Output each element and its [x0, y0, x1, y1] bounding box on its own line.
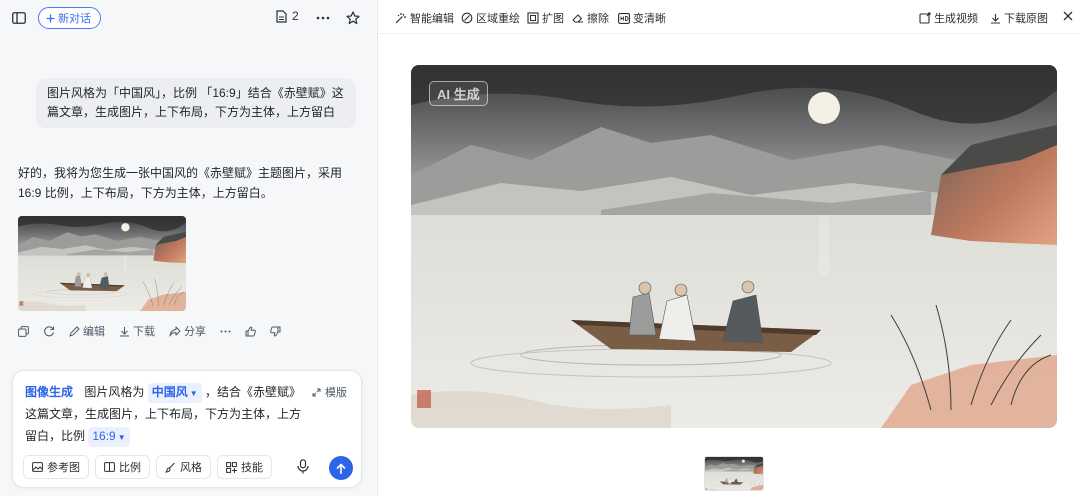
caret-down-icon: ▼ [189, 389, 198, 398]
editor-toolbar: 智能编辑 区域重绘 扩图 擦除 变清晰 生成视频 下载原图 [379, 0, 1080, 34]
skills-label: 技能 [241, 462, 263, 474]
like-button[interactable] [245, 326, 256, 337]
sharpen-label: 变清晰 [633, 13, 666, 25]
share-button[interactable]: 分享 [169, 323, 206, 339]
wand-icon [395, 12, 407, 24]
smart-edit-label: 智能编辑 [410, 13, 454, 25]
ratio-icon [104, 462, 115, 472]
eraser-icon [572, 12, 584, 24]
star-icon [346, 11, 360, 25]
crop-icon [527, 12, 539, 24]
favorite-button[interactable] [344, 9, 362, 27]
hd-icon [618, 12, 630, 24]
ratio-label: 比例 [119, 462, 141, 474]
composer-tools: 参考图 比例 风格 技能 [23, 455, 272, 479]
smart-edit-button[interactable]: 智能编辑 [395, 10, 454, 26]
reference-image-label: 参考图 [47, 462, 80, 474]
region-redraw-button[interactable]: 区域重绘 [461, 10, 520, 26]
ratio-selector[interactable]: 16:9 ▼ [88, 427, 130, 447]
style-chip-label: 中国风 [151, 385, 188, 399]
mic-icon [297, 459, 309, 474]
generate-video-label: 生成视频 [934, 13, 978, 25]
voice-input-button[interactable] [297, 459, 309, 474]
new-chat-button[interactable]: 新对话 [38, 7, 101, 29]
refresh-icon [43, 325, 55, 337]
erase-label: 擦除 [587, 13, 609, 25]
chat-panel: 新对话 2 图片风格为「中国风」，比例 「16:9」结合《赤壁赋》这篇文章，生成… [0, 0, 378, 496]
plus-icon [46, 14, 55, 23]
region-redraw-label: 区域重绘 [476, 13, 520, 25]
template-button[interactable]: 模版 [312, 384, 347, 400]
download-original-label: 下载原图 [1004, 13, 1048, 25]
image-icon [32, 462, 43, 472]
download-icon [119, 326, 130, 337]
template-label: 模版 [325, 387, 347, 399]
send-button[interactable] [329, 456, 353, 480]
send-icon [336, 463, 346, 474]
edit-icon [69, 325, 80, 337]
image-thumbnail-selected[interactable] [704, 456, 764, 491]
prompt-input[interactable]: 图像生成 图片风格为 中国风 ▼ ，结合《赤壁赋》这篇文章，生成图片，上下布局，下… [25, 381, 305, 447]
sharpen-button[interactable]: 变清晰 [618, 10, 666, 26]
download-button[interactable]: 下载 [119, 323, 155, 339]
edit-button[interactable]: 编辑 [69, 323, 105, 339]
region-icon [461, 12, 473, 24]
expand-image-label: 扩图 [542, 13, 564, 25]
thumb-down-icon [270, 326, 281, 337]
brush-icon [165, 462, 176, 473]
mode-tag[interactable]: 图像生成 [25, 385, 73, 399]
expand-icon [312, 388, 321, 397]
main-generated-image[interactable]: AI 生成 [411, 65, 1057, 428]
copy-icon [18, 325, 29, 337]
user-message: 图片风格为「中国风」，比例 「16:9」结合《赤壁赋》这篇文章，生成图片，上下布… [36, 78, 356, 128]
reference-image-button[interactable]: 参考图 [23, 455, 89, 479]
copy-button[interactable] [18, 325, 29, 337]
more-actions-button[interactable] [220, 330, 231, 333]
sidebar-toggle-button[interactable] [10, 9, 28, 27]
prompt-composer[interactable]: 图像生成 图片风格为 中国风 ▼ ，结合《赤壁赋》这篇文章，生成图片，上下布局，下… [12, 370, 362, 488]
video-icon [919, 12, 931, 24]
ai-generated-watermark: AI 生成 [429, 81, 488, 106]
share-icon [169, 326, 181, 337]
ratio-button[interactable]: 比例 [95, 455, 150, 479]
more-button[interactable] [314, 9, 332, 27]
documents-button[interactable]: 2 [276, 9, 299, 23]
close-button[interactable] [1063, 11, 1073, 21]
close-icon [1063, 11, 1073, 21]
image-editor-panel: 智能编辑 区域重绘 扩图 擦除 变清晰 生成视频 下载原图 AI 生成 [379, 0, 1080, 496]
style-label: 风格 [180, 462, 202, 474]
skills-button[interactable]: 技能 [217, 455, 272, 479]
share-label: 分享 [184, 326, 206, 338]
new-chat-label: 新对话 [58, 13, 91, 25]
sidebar-icon [12, 12, 26, 24]
more-icon [220, 330, 231, 333]
style-selector[interactable]: 中国风 ▼ [147, 383, 202, 403]
download-icon [990, 13, 1001, 24]
dislike-button[interactable] [270, 326, 281, 337]
assistant-message: 好的，我将为您生成一张中国风的《赤壁赋》主题图片，采用 16:9 比例，上下布局… [18, 166, 343, 200]
style-button[interactable]: 风格 [156, 455, 211, 479]
chat-header: 新对话 2 [0, 0, 378, 36]
generated-image-thumbnail[interactable] [18, 216, 186, 311]
edit-label: 编辑 [83, 326, 105, 338]
ratio-chip-label: 16:9 [92, 429, 116, 443]
message-actions: 编辑 下载 分享 [18, 323, 295, 339]
thumb-up-icon [245, 326, 256, 337]
more-icon [316, 16, 330, 20]
prompt-text-start: 图片风格为 [84, 385, 145, 399]
document-count: 2 [292, 9, 299, 23]
document-icon [276, 9, 287, 23]
expand-image-button[interactable]: 扩图 [527, 10, 564, 26]
erase-button[interactable]: 擦除 [572, 10, 609, 26]
caret-down-icon: ▼ [117, 433, 126, 442]
regenerate-button[interactable] [43, 325, 55, 337]
skills-icon [226, 461, 237, 473]
download-label: 下载 [133, 326, 155, 338]
download-original-button[interactable]: 下载原图 [990, 10, 1048, 26]
generate-video-button[interactable]: 生成视频 [919, 10, 978, 26]
